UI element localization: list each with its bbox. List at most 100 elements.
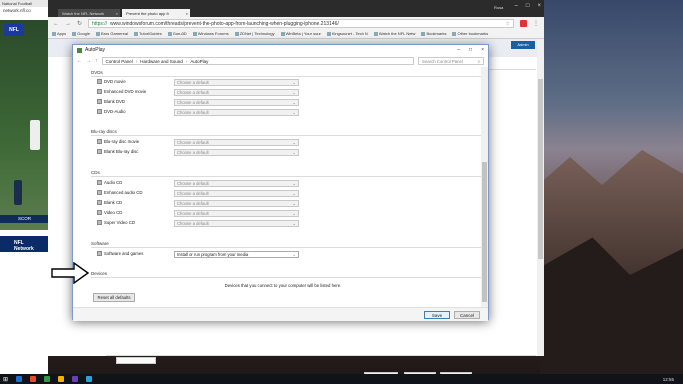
dialog-scrollbar[interactable] bbox=[481, 67, 488, 307]
bookmark-item[interactable]: Watch the NFL Netw bbox=[374, 31, 416, 37]
dropdown-value: Choose a default bbox=[177, 100, 209, 105]
software-icon bbox=[97, 251, 102, 256]
breadcrumb[interactable]: Control Panel › Hardware and Sound › Aut… bbox=[101, 57, 414, 65]
close-icon[interactable]: × bbox=[481, 47, 484, 53]
save-button[interactable]: Save bbox=[424, 311, 450, 319]
taskbar-app-icon[interactable] bbox=[58, 376, 65, 382]
tab-nfl[interactable]: Watch the NFL Network × bbox=[58, 9, 120, 17]
profile-name[interactable]: Rosa bbox=[494, 5, 503, 10]
close-icon[interactable]: × bbox=[186, 11, 188, 16]
row-label: Video CD bbox=[104, 210, 123, 215]
row-label: Enhanced audio CD bbox=[104, 190, 143, 195]
taskbar-app-icon[interactable] bbox=[86, 376, 93, 382]
chevron-down-icon: ⌄ bbox=[292, 110, 296, 115]
address-bar[interactable]: https:// www.windowsforum.com/threads/pr… bbox=[88, 19, 514, 28]
admin-badge[interactable]: Admin bbox=[511, 41, 535, 49]
reload-icon[interactable]: ↻ bbox=[77, 20, 82, 27]
bookmark-item[interactable]: ZDNet | Technology bbox=[235, 31, 275, 37]
bookmark-item[interactable]: Bros Gamereal bbox=[96, 31, 128, 37]
background-url[interactable]: network.nfl.co bbox=[0, 7, 48, 15]
back-icon[interactable]: ← bbox=[77, 58, 82, 64]
dropdown-dvd-movie[interactable]: Choose a default ⌄ bbox=[174, 79, 299, 86]
taskbar: ⊞ 12:55 bbox=[0, 374, 683, 384]
scroll-thumb[interactable] bbox=[538, 79, 543, 259]
bookmark-item[interactable]: Other bookmarks bbox=[452, 31, 488, 37]
bookmark-item[interactable]: WinBeta | Your sour bbox=[281, 31, 321, 37]
forum-input-box[interactable] bbox=[116, 357, 156, 364]
search-input[interactable]: Search Control Panel ⌕ bbox=[418, 57, 484, 65]
chevron-down-icon: ⌄ bbox=[292, 252, 296, 257]
bookmark-item[interactable]: Windows Forums bbox=[193, 31, 229, 37]
nfl-logo: NFL bbox=[4, 24, 24, 36]
dropdown-value: Install or run program from your media bbox=[177, 252, 249, 257]
search-icon: ⌕ bbox=[477, 58, 480, 64]
section-title-devices: Devices bbox=[91, 271, 108, 276]
back-icon[interactable]: ← bbox=[53, 21, 59, 27]
dropdown-enhanced-audio-cd[interactable]: Choose a default ⌄ bbox=[174, 190, 299, 197]
chevron-right-icon: › bbox=[135, 58, 138, 64]
forward-icon[interactable]: → bbox=[86, 58, 91, 64]
close-icon[interactable]: × bbox=[116, 11, 118, 16]
reset-all-defaults-button[interactable]: Reset all defaults bbox=[93, 293, 135, 302]
disc-icon bbox=[97, 99, 102, 104]
forward-icon[interactable]: → bbox=[65, 21, 71, 27]
row-enhanced-audio-cd: Enhanced audio CD bbox=[97, 190, 142, 195]
dialog-navbar: ← → ↑ Control Panel › Hardware and Sound… bbox=[73, 55, 488, 67]
bookmark-item[interactable]: Apps bbox=[52, 31, 66, 37]
dropdown-audio-cd[interactable]: Choose a default ⌄ bbox=[174, 180, 299, 187]
breadcrumb-item[interactable]: Control Panel bbox=[106, 59, 133, 64]
divider bbox=[91, 76, 482, 77]
row-label: DVD movie bbox=[104, 79, 126, 84]
taskbar-app-icon[interactable] bbox=[44, 376, 51, 382]
minimize-icon[interactable]: – bbox=[515, 3, 518, 9]
background-tab[interactable]: National Football bbox=[0, 0, 48, 7]
url-text: www.windowsforum.com/threads/prevent-the… bbox=[110, 20, 339, 27]
extension-icon[interactable] bbox=[520, 20, 527, 27]
menu-icon[interactable]: ⋮ bbox=[533, 20, 539, 27]
row-audio-cd: Audio CD bbox=[97, 180, 122, 185]
chevron-down-icon: ⌄ bbox=[292, 80, 296, 85]
dropdown-bluray-movie[interactable]: Choose a default ⌄ bbox=[174, 139, 299, 146]
dropdown-software-games[interactable]: Install or run program from your media ⌄ bbox=[174, 251, 299, 258]
dropdown-blank-cd[interactable]: Choose a default ⌄ bbox=[174, 200, 299, 207]
dropdown-super-video-cd[interactable]: Choose a default ⌄ bbox=[174, 220, 299, 227]
maximize-icon[interactable]: □ bbox=[526, 3, 530, 9]
bookmark-item[interactable]: Google bbox=[72, 31, 90, 37]
dropdown-enhanced-dvd-movie[interactable]: Choose a default ⌄ bbox=[174, 89, 299, 96]
row-video-cd: Video CD bbox=[97, 210, 122, 215]
bookmark-item[interactable]: Guru3D bbox=[168, 31, 187, 37]
close-window-icon[interactable]: × bbox=[537, 3, 541, 9]
taskbar-clock[interactable]: 12:55 bbox=[663, 377, 680, 382]
up-icon[interactable]: ↑ bbox=[95, 58, 98, 64]
background-browser-window[interactable]: National Football network.nfl.co NFL SCO… bbox=[0, 0, 48, 374]
breadcrumb-item[interactable]: Hardware and Sound bbox=[140, 59, 183, 64]
divider bbox=[91, 247, 482, 248]
maximize-icon[interactable]: □ bbox=[469, 47, 472, 53]
bookmark-item[interactable]: Kingsounet - Tech N bbox=[327, 31, 368, 37]
divider bbox=[91, 176, 482, 177]
tab-windowsforum[interactable]: Prevent the photo app fr × bbox=[122, 9, 190, 17]
video-player[interactable]: NFL SCOR bbox=[0, 20, 48, 230]
dropdown-value: Choose a default bbox=[177, 201, 209, 206]
dialog-titlebar[interactable]: AutoPlay – □ × bbox=[73, 45, 488, 55]
disc-icon bbox=[97, 210, 102, 215]
minimize-icon[interactable]: – bbox=[457, 47, 460, 53]
row-dvd-audio: DVD-Audio bbox=[97, 109, 126, 114]
bookmark-item[interactable]: Bookmarks bbox=[421, 31, 446, 37]
page-scrollbar[interactable] bbox=[537, 39, 544, 356]
disc-icon bbox=[97, 190, 102, 195]
dropdown-blank-bluray[interactable]: Choose a default ⌄ bbox=[174, 149, 299, 156]
cancel-button[interactable]: Cancel bbox=[454, 311, 480, 319]
taskbar-app-icon[interactable] bbox=[72, 376, 79, 382]
start-icon[interactable]: ⊞ bbox=[3, 376, 8, 383]
dropdown-dvd-audio[interactable]: Choose a default ⌄ bbox=[174, 109, 299, 116]
taskbar-app-icon[interactable] bbox=[16, 376, 23, 382]
bookmark-item[interactable]: TutoriGuides bbox=[134, 31, 162, 37]
taskbar-app-icon[interactable] bbox=[30, 376, 37, 382]
breadcrumb-item[interactable]: AutoPlay bbox=[190, 59, 208, 64]
scroll-thumb[interactable] bbox=[482, 162, 487, 302]
dropdown-video-cd[interactable]: Choose a default ⌄ bbox=[174, 210, 299, 217]
bookmark-star-icon[interactable]: ☆ bbox=[506, 21, 510, 27]
dropdown-blank-dvd[interactable]: Choose a default ⌄ bbox=[174, 99, 299, 106]
section-title-software: Software bbox=[91, 241, 109, 246]
